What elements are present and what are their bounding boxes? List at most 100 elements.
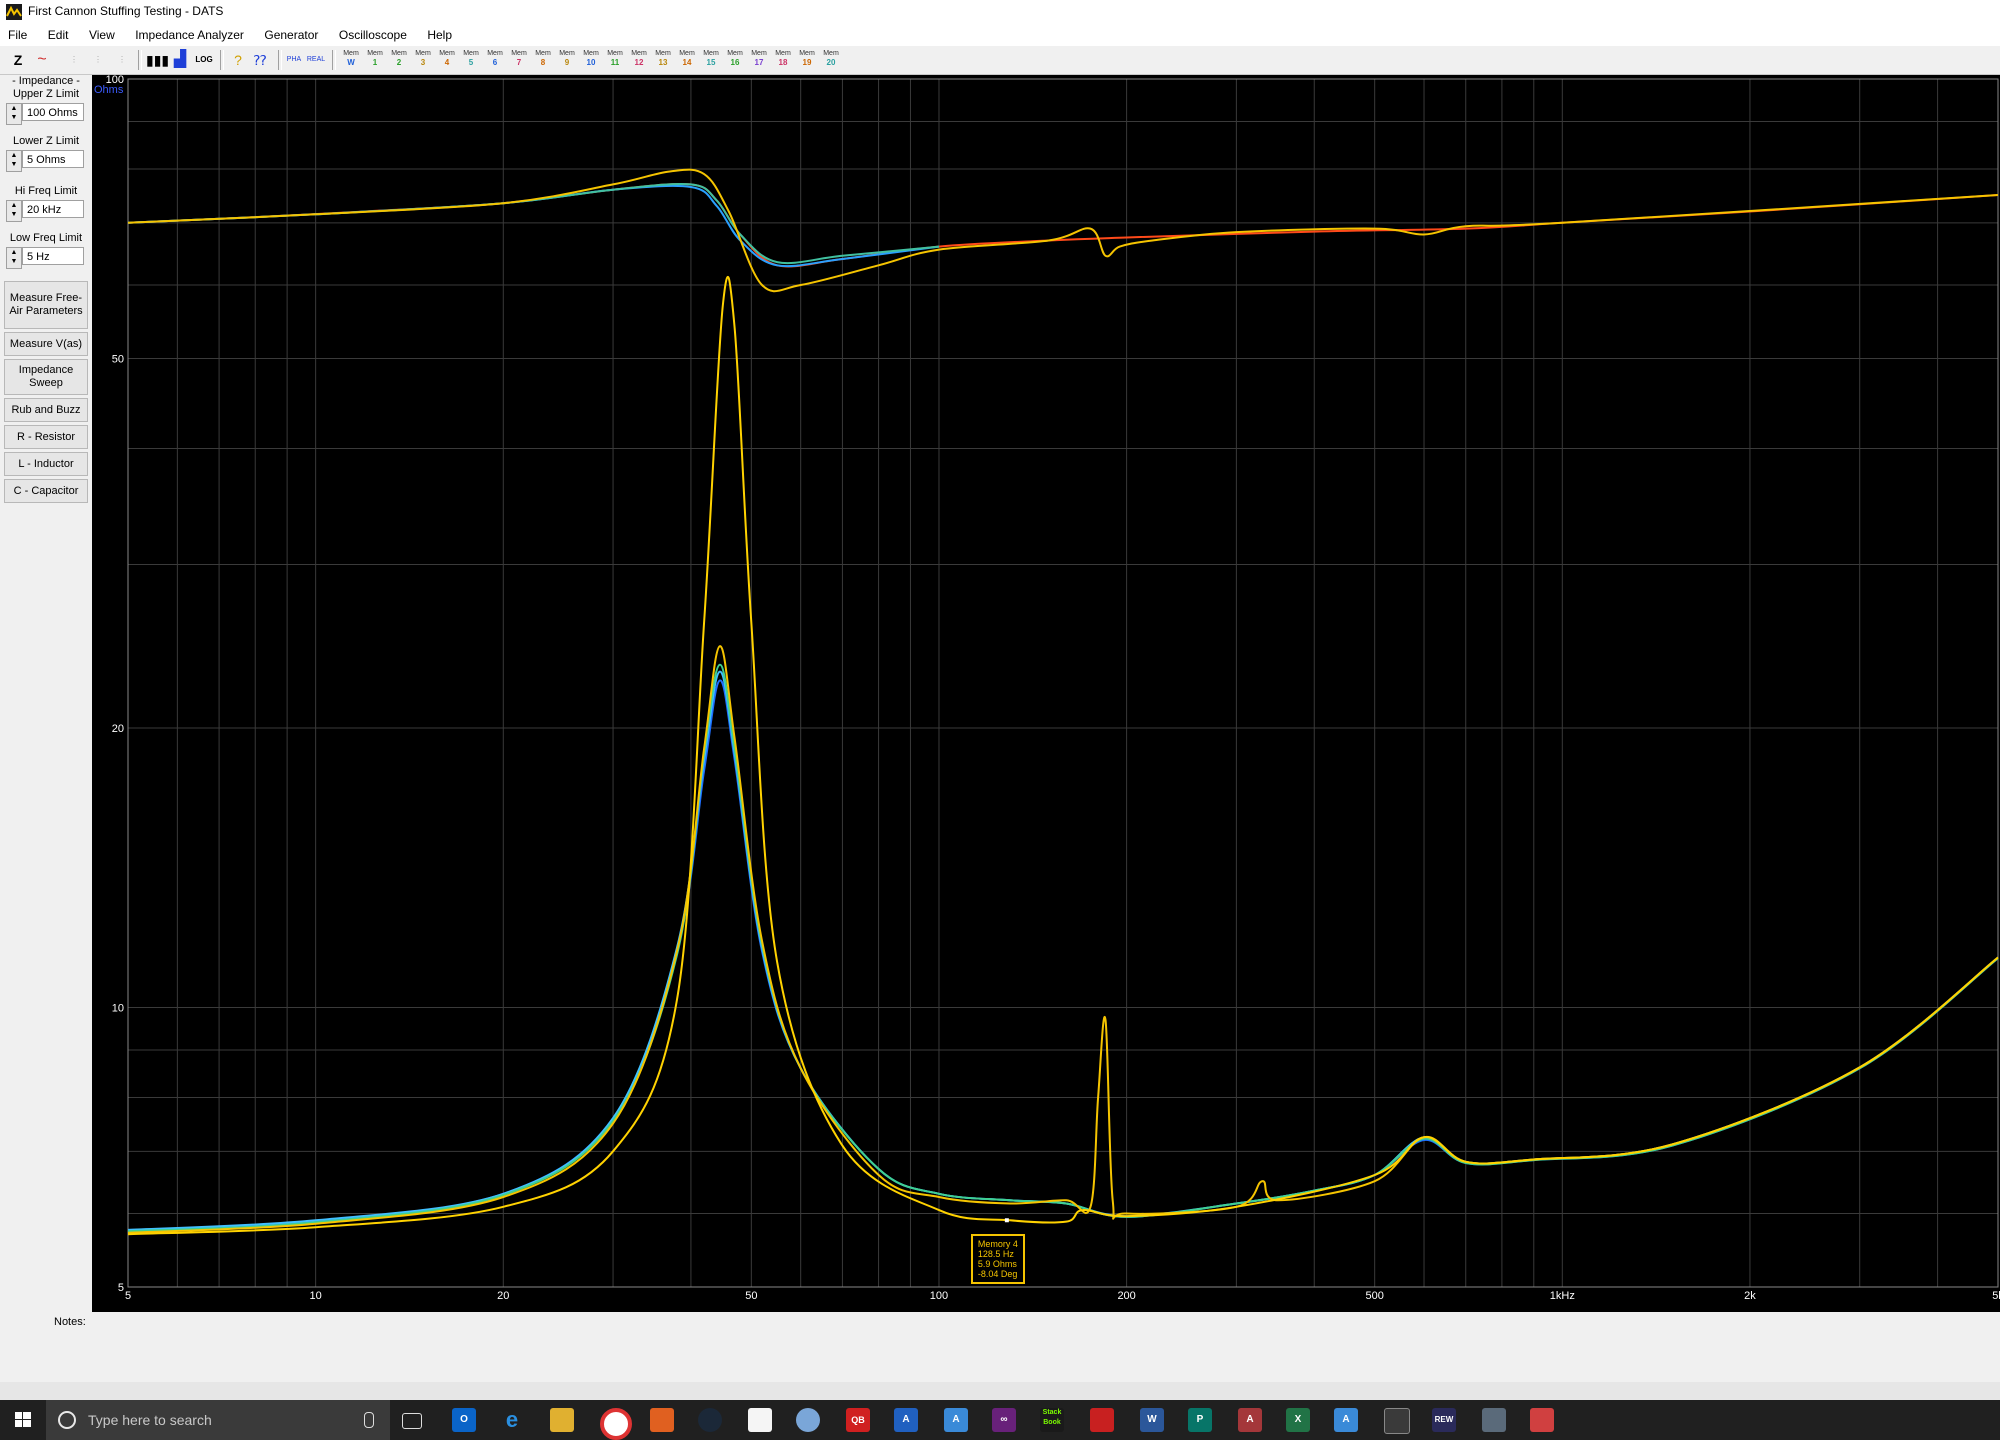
memory-4-button[interactable]: Mem 4 (436, 49, 458, 71)
menu-view[interactable]: View (81, 24, 123, 42)
app-icon-orange[interactable] (650, 1408, 674, 1432)
memory-2-button[interactable]: Mem 2 (388, 49, 410, 71)
measure-free-air-button[interactable]: Measure Free-Air Parameters (4, 281, 88, 329)
menu-impedance-analyzer[interactable]: Impedance Analyzer (127, 24, 252, 42)
memory-15-button[interactable]: Mem 15 (700, 49, 722, 71)
memory-11-button[interactable]: Mem 11 (604, 49, 626, 71)
memory-7-button[interactable]: Mem 7 (508, 49, 530, 71)
cn-icon[interactable]: ⋮ (88, 50, 108, 70)
impedance-chart-svg[interactable]: 51020501002005001kHz2k5k5102050100Ohms (92, 74, 2000, 1317)
inductor-button[interactable]: L - Inductor (4, 452, 88, 476)
lr-icon[interactable]: ⋮ (112, 50, 132, 70)
phase-button[interactable]: PHA (284, 50, 304, 70)
spin-down-icon[interactable]: ▼ (7, 113, 21, 122)
memory-8-button[interactable]: Mem 8 (532, 49, 554, 71)
bars-icon[interactable]: ▮▮▮ (146, 50, 169, 70)
memory-14-button[interactable]: Mem 14 (676, 49, 698, 71)
x-tick-label: 5 (125, 1290, 131, 1302)
quickbooks-icon[interactable]: QB (846, 1408, 870, 1432)
memory-18-button[interactable]: Mem 18 (772, 49, 794, 71)
impedance-chart[interactable]: 51020501002005001kHz2k5k5102050100Ohms M… (92, 74, 2000, 1317)
spin-up-icon[interactable]: ▲ (7, 104, 21, 113)
memory-20-button[interactable]: Mem 20 (820, 49, 842, 71)
memory-5-button[interactable]: Mem 5 (460, 49, 482, 71)
menu-generator[interactable]: Generator (256, 24, 326, 42)
menu-file[interactable]: File (0, 24, 35, 42)
menu-oscilloscope[interactable]: Oscilloscope (331, 24, 415, 42)
steam-icon[interactable] (698, 1408, 722, 1432)
sketchup-icon[interactable] (1090, 1408, 1114, 1432)
upper-z-spinner[interactable]: ▲ ▼ 100 Ohms (4, 103, 88, 125)
spin-down-icon[interactable]: ▼ (7, 160, 21, 169)
lower-z-value[interactable]: 5 Ohms (22, 150, 84, 168)
low-freq-value[interactable]: 5 Hz (22, 247, 84, 265)
app-icon-grey[interactable] (1482, 1408, 1506, 1432)
hi-freq-value[interactable]: 20 kHz (22, 200, 84, 218)
spin-up-icon[interactable]: ▲ (7, 151, 21, 160)
memory-button-label: Mem (727, 50, 743, 57)
excel-icon[interactable]: X (1286, 1408, 1310, 1432)
spin-up-icon[interactable]: ▲ (7, 248, 21, 257)
outlook-icon[interactable]: O (452, 1408, 476, 1432)
measure-vas-button[interactable]: Measure V(as) (4, 332, 88, 356)
file-explorer-icon[interactable] (550, 1408, 574, 1432)
microphone-icon[interactable] (364, 1412, 374, 1428)
memory-17-button[interactable]: Mem 17 (748, 49, 770, 71)
real-imag-button[interactable]: REAL (306, 50, 326, 70)
document-icon[interactable] (748, 1408, 772, 1432)
access-icon[interactable]: A (1238, 1408, 1262, 1432)
log-scale-button[interactable]: LOG (194, 50, 214, 70)
visual-studio-icon[interactable]: ∞ (992, 1408, 1016, 1432)
app-icon-red[interactable] (1530, 1408, 1554, 1432)
ln-icon[interactable]: ⋮ (64, 50, 84, 70)
memory-19-button[interactable]: Mem 19 (796, 49, 818, 71)
menu-help[interactable]: Help (419, 24, 460, 42)
windows-start-icon[interactable] (0, 1400, 46, 1440)
spin-down-icon[interactable]: ▼ (7, 210, 21, 219)
app-icon-a-light[interactable]: A (944, 1408, 968, 1432)
edge-icon[interactable]: e (500, 1408, 524, 1432)
memory-1-button[interactable]: Mem 1 (364, 49, 386, 71)
app-icon-a-2[interactable]: A (1334, 1408, 1358, 1432)
capacitor-button[interactable]: C - Capacitor (4, 479, 88, 503)
app-icon-a-blue[interactable]: A (894, 1408, 918, 1432)
hi-freq-arrows[interactable]: ▲ ▼ (6, 200, 22, 222)
rub-and-buzz-button[interactable]: Rub and Buzz (4, 398, 88, 422)
chart-icon[interactable]: ▟ (170, 50, 190, 70)
memory-w-button[interactable]: Mem W (340, 49, 362, 71)
upper-z-arrows[interactable]: ▲ ▼ (6, 103, 22, 125)
upper-z-value[interactable]: 100 Ohms (22, 103, 84, 121)
spin-up-icon[interactable]: ▲ (7, 201, 21, 210)
task-view-icon[interactable] (402, 1413, 422, 1429)
lower-z-spinner[interactable]: ▲ ▼ 5 Ohms (4, 150, 88, 172)
help-icon[interactable]: ? (228, 50, 248, 70)
memory-12-button[interactable]: Mem 12 (628, 49, 650, 71)
memory-16-button[interactable]: Mem 16 (724, 49, 746, 71)
spin-down-icon[interactable]: ▼ (7, 257, 21, 266)
low-freq-spinner[interactable]: ▲ ▼ 5 Hz (4, 247, 88, 269)
memory-6-button[interactable]: Mem 6 (484, 49, 506, 71)
lower-z-arrows[interactable]: ▲ ▼ (6, 150, 22, 172)
low-freq-arrows[interactable]: ▲ ▼ (6, 247, 22, 269)
memory-button-number: 1 (372, 58, 378, 67)
memory-10-button[interactable]: Mem 10 (580, 49, 602, 71)
memory-3-button[interactable]: Mem 3 (412, 49, 434, 71)
dats-taskbar-icon[interactable] (1384, 1408, 1410, 1434)
publisher-icon[interactable]: P (1188, 1408, 1212, 1432)
word-icon[interactable]: W (1140, 1408, 1164, 1432)
taskbar-search[interactable]: Type here to search (46, 1400, 390, 1440)
notes-area[interactable] (92, 1312, 2000, 1382)
context-help-icon[interactable]: ⁇ (250, 50, 270, 70)
memory-9-button[interactable]: Mem 9 (556, 49, 578, 71)
resistor-button[interactable]: R - Resistor (4, 425, 88, 449)
impedance-sweep-button[interactable]: Impedance Sweep (4, 359, 88, 395)
rew-icon[interactable]: REW (1432, 1408, 1456, 1432)
menu-edit[interactable]: Edit (40, 24, 77, 42)
app-icon-globe[interactable] (796, 1408, 820, 1432)
memory-13-button[interactable]: Mem 13 (652, 49, 674, 71)
chrome-icon[interactable] (600, 1408, 632, 1440)
hi-freq-spinner[interactable]: ▲ ▼ 20 kHz (4, 200, 88, 222)
stack-book-icon[interactable]: Stack Book (1040, 1408, 1064, 1432)
impedance-mode-button[interactable]: Z (8, 50, 28, 70)
phase-curve-button[interactable]: ~ (32, 50, 52, 70)
